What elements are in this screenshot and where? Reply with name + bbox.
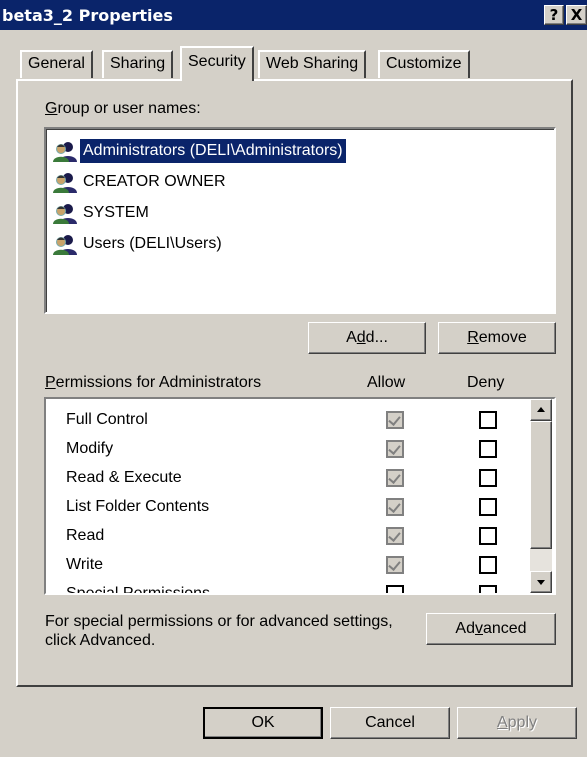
scroll-thumb[interactable] (530, 421, 552, 549)
remove-button[interactable]: Remove (438, 322, 556, 354)
window-title: beta3_2 Properties (2, 6, 173, 25)
help-button[interactable]: ? (544, 5, 564, 25)
deny-checkbox[interactable] (479, 440, 497, 458)
permission-name: Write (66, 556, 104, 573)
permission-row: List Folder Contents (46, 494, 516, 523)
deny-checkbox[interactable] (479, 585, 497, 593)
cancel-button[interactable]: Cancel (330, 707, 450, 739)
advanced-note: For special permissions or for advanced … (45, 613, 393, 649)
add-button[interactable]: Add... (308, 322, 426, 354)
tab-general[interactable]: General (20, 50, 93, 78)
group-list-item-label: Administrators (DELI\Administrators) (80, 139, 346, 163)
apply-button[interactable]: Apply (457, 707, 577, 739)
permission-name: Special Permissions (66, 585, 211, 595)
title-bar: beta3_2 Properties ? X (0, 0, 587, 30)
close-button[interactable]: X (566, 5, 587, 25)
permission-name: Modify (66, 440, 114, 457)
deny-checkbox[interactable] (479, 556, 497, 574)
group-list-item-label: SYSTEM (83, 204, 149, 221)
user-group-icon (52, 141, 78, 163)
tab-web-sharing[interactable]: Web Sharing (258, 50, 367, 78)
permission-name: Read (66, 527, 105, 544)
advanced-button[interactable]: Advanced (426, 613, 556, 645)
permission-name: Read & Execute (66, 469, 182, 486)
allow-checkbox[interactable] (386, 411, 404, 429)
permissions-list[interactable]: Full Control Modify Read & Execute List Fol… (44, 397, 556, 595)
permission-name: List Folder Contents (66, 498, 210, 515)
allow-column-header: Allow (367, 374, 406, 391)
arrow-up-icon (537, 407, 545, 412)
tab-sharing[interactable]: Sharing (102, 50, 174, 78)
permission-row: Modify (46, 436, 516, 465)
allow-checkbox[interactable] (386, 469, 404, 487)
ok-button[interactable]: OK (203, 707, 323, 739)
permission-name: Full Control (66, 411, 148, 428)
user-group-icon (52, 203, 78, 225)
group-user-names-label: Group or user names: (45, 100, 201, 117)
scroll-down-button[interactable] (530, 571, 552, 593)
tab-security[interactable]: Security (180, 46, 254, 81)
group-user-list[interactable]: Administrators (DELI\Administrators) CREA… (44, 127, 556, 314)
deny-checkbox[interactable] (479, 469, 497, 487)
allow-checkbox[interactable] (386, 585, 404, 593)
deny-checkbox[interactable] (479, 411, 497, 429)
permissions-scrollbar[interactable] (530, 399, 552, 593)
permission-row: Full Control (46, 407, 516, 436)
permissions-label: Permissions for Administrators (45, 374, 262, 391)
tab-customize[interactable]: Customize (378, 50, 470, 78)
allow-checkbox[interactable] (386, 440, 404, 458)
permission-row: Special Permissions (46, 581, 516, 595)
scroll-up-button[interactable] (530, 399, 552, 421)
arrow-down-icon (537, 580, 545, 585)
permission-row: Write (46, 552, 516, 581)
allow-checkbox[interactable] (386, 498, 404, 516)
deny-column-header: Deny (467, 374, 505, 391)
user-group-icon (52, 172, 78, 194)
group-list-item-label: CREATOR OWNER (83, 173, 226, 190)
permission-row: Read (46, 523, 516, 552)
allow-checkbox[interactable] (386, 556, 404, 574)
deny-checkbox[interactable] (479, 498, 497, 516)
deny-checkbox[interactable] (479, 527, 497, 545)
allow-checkbox[interactable] (386, 527, 404, 545)
permission-row: Read & Execute (46, 465, 516, 494)
group-list-item-label: Users (DELI\Users) (83, 235, 222, 252)
user-group-icon (52, 234, 78, 256)
